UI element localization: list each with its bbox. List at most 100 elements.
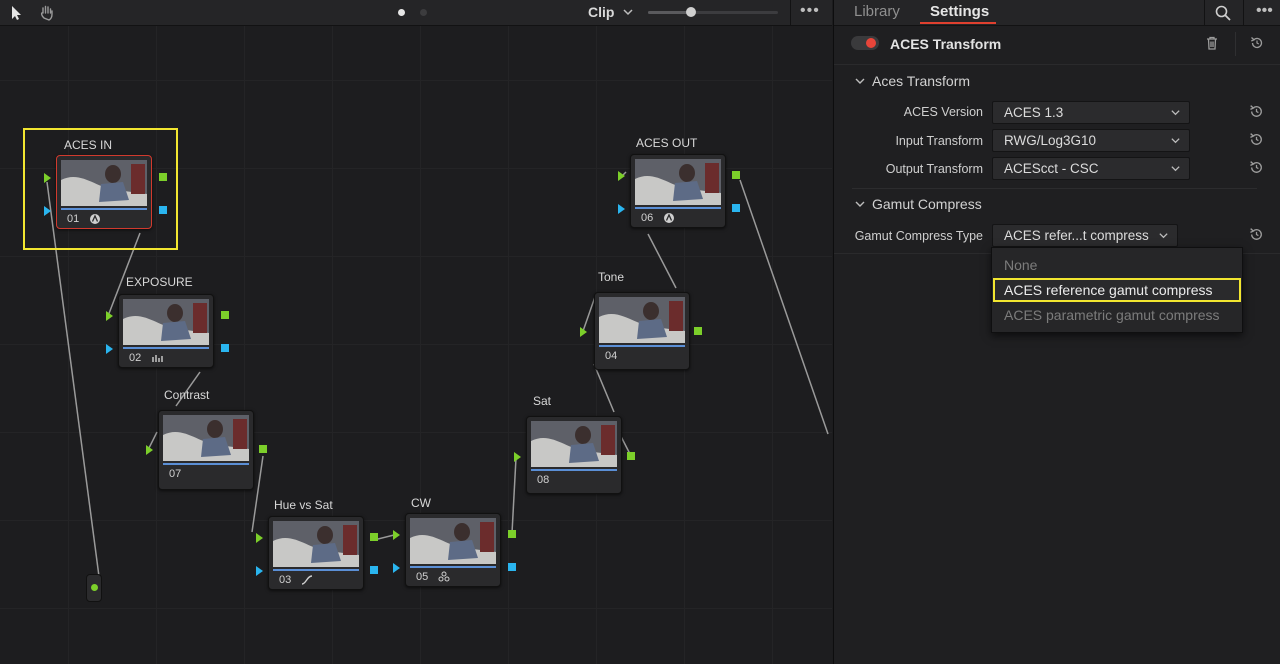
node-sat[interactable]: 08 bbox=[526, 416, 622, 494]
node-contrast[interactable]: 07 bbox=[158, 410, 254, 490]
section-title-gamut[interactable]: Gamut Compress bbox=[872, 196, 982, 212]
chevron-down-icon[interactable] bbox=[854, 75, 866, 87]
effect-enable-toggle[interactable] bbox=[851, 36, 879, 50]
chevron-down-icon[interactable] bbox=[622, 6, 634, 18]
more-options-icon[interactable]: ••• bbox=[800, 2, 820, 20]
page-dot-active[interactable] bbox=[398, 9, 405, 16]
effect-title: ACES Transform bbox=[890, 36, 1002, 52]
alpha-output-port[interactable] bbox=[370, 566, 378, 574]
node-number: 06 bbox=[641, 212, 654, 224]
toolbar-divider bbox=[1204, 0, 1205, 25]
aces-icon bbox=[664, 213, 674, 223]
node-thumbnail bbox=[410, 518, 496, 564]
row-label: Output Transform bbox=[885, 162, 983, 176]
node-editor[interactable]: Clip ••• ACES IN 01 EXPOSURE 02 Contrast bbox=[0, 0, 832, 664]
rgb-output-port[interactable] bbox=[508, 530, 516, 538]
reset-icon[interactable] bbox=[1248, 103, 1265, 120]
rgb-output-port[interactable] bbox=[159, 173, 167, 181]
aces-version-select[interactable]: ACES 1.3 bbox=[992, 101, 1190, 124]
node-thumbnail bbox=[273, 521, 359, 567]
rgb-output-port[interactable] bbox=[221, 311, 229, 319]
rgb-output-port[interactable] bbox=[627, 452, 635, 460]
rgb-input-port[interactable] bbox=[580, 327, 587, 337]
alpha-input-port[interactable] bbox=[618, 204, 625, 214]
rgb-input-port[interactable] bbox=[618, 171, 625, 181]
node-label: Sat bbox=[533, 394, 552, 408]
active-tab-indicator bbox=[920, 22, 996, 24]
node-thumbnail bbox=[61, 160, 147, 206]
node-tone[interactable]: 04 bbox=[594, 292, 690, 370]
node-label: ACES IN bbox=[64, 138, 113, 152]
node-bar bbox=[123, 347, 209, 349]
pointer-tool-icon[interactable] bbox=[8, 4, 26, 22]
node-aces-in[interactable]: 01 bbox=[56, 155, 152, 229]
rgb-input-port[interactable] bbox=[146, 445, 153, 455]
alpha-output-port[interactable] bbox=[732, 204, 740, 212]
clip-mode-label[interactable]: Clip bbox=[588, 4, 614, 20]
node-bar bbox=[635, 207, 721, 209]
more-options-icon[interactable]: ••• bbox=[1256, 2, 1273, 20]
page-dot[interactable] bbox=[420, 9, 427, 16]
node-aces-out[interactable]: 06 bbox=[630, 154, 726, 228]
node-cw[interactable]: 05 bbox=[405, 513, 501, 587]
header-divider bbox=[1235, 32, 1236, 56]
node-hue-vs-sat[interactable]: 03 bbox=[268, 516, 364, 590]
alpha-input-port[interactable] bbox=[393, 563, 400, 573]
chevron-down-icon[interactable] bbox=[854, 198, 866, 210]
rgb-output-port[interactable] bbox=[694, 327, 702, 335]
chevron-down-icon bbox=[1171, 110, 1180, 116]
node-editor-toolbar: Clip ••• bbox=[0, 0, 832, 26]
media-out-node[interactable] bbox=[86, 574, 102, 602]
search-icon[interactable] bbox=[1214, 4, 1232, 22]
reset-icon[interactable] bbox=[1248, 226, 1265, 243]
node-label: Hue vs Sat bbox=[274, 498, 333, 512]
reset-icon[interactable] bbox=[1248, 159, 1265, 176]
rgb-output-port[interactable] bbox=[370, 533, 378, 541]
rgb-output-port[interactable] bbox=[732, 171, 740, 179]
alpha-input-port[interactable] bbox=[256, 566, 263, 576]
zoom-slider-handle[interactable] bbox=[685, 7, 696, 17]
toggle-knob bbox=[866, 38, 876, 48]
alpha-output-port[interactable] bbox=[159, 206, 167, 214]
dropdown-option-parametric[interactable]: ACES parametric gamut compress bbox=[1004, 307, 1220, 323]
rgb-input-port[interactable] bbox=[393, 530, 400, 540]
rgb-input-port[interactable] bbox=[106, 311, 113, 321]
trash-icon[interactable] bbox=[1204, 35, 1220, 51]
alpha-input-port[interactable] bbox=[44, 206, 51, 216]
reset-icon[interactable] bbox=[1248, 131, 1265, 148]
node-label: EXPOSURE bbox=[126, 275, 193, 289]
zoom-slider-fill bbox=[648, 11, 691, 14]
hand-tool-icon[interactable] bbox=[38, 4, 56, 22]
node-label: CW bbox=[411, 496, 431, 510]
node-exposure[interactable]: 02 bbox=[118, 294, 214, 368]
tab-library[interactable]: Library bbox=[854, 3, 900, 20]
media-out-port[interactable] bbox=[91, 584, 98, 591]
zoom-slider[interactable] bbox=[648, 7, 778, 17]
output-transform-select[interactable]: ACEScct - CSC bbox=[992, 157, 1190, 180]
node-bar bbox=[599, 345, 685, 347]
rgb-input-port[interactable] bbox=[44, 173, 51, 183]
rgb-input-port[interactable] bbox=[256, 533, 263, 543]
node-bar bbox=[163, 463, 249, 465]
alpha-output-port[interactable] bbox=[508, 563, 516, 571]
gamut-compress-select[interactable]: ACES refer...t compress bbox=[992, 224, 1178, 247]
toolbar-divider bbox=[1243, 0, 1244, 25]
section-title-aces[interactable]: Aces Transform bbox=[872, 73, 970, 89]
rgb-input-port[interactable] bbox=[514, 452, 521, 462]
toolbar-divider bbox=[790, 0, 791, 25]
reset-icon[interactable] bbox=[1249, 35, 1265, 51]
node-thumbnail bbox=[123, 299, 209, 345]
row-label: Gamut Compress Type bbox=[854, 229, 983, 243]
alpha-output-port[interactable] bbox=[221, 344, 229, 352]
node-number: 07 bbox=[169, 468, 182, 480]
node-number: 01 bbox=[67, 213, 80, 225]
alpha-input-port[interactable] bbox=[106, 344, 113, 354]
dropdown-option-reference[interactable]: ACES reference gamut compress bbox=[1004, 282, 1213, 298]
rgb-output-port[interactable] bbox=[259, 445, 267, 453]
node-number: 04 bbox=[605, 350, 618, 362]
input-transform-select[interactable]: RWG/Log3G10 bbox=[992, 129, 1190, 152]
node-bar bbox=[410, 566, 496, 568]
node-number: 03 bbox=[279, 574, 292, 586]
tab-settings[interactable]: Settings bbox=[930, 3, 989, 20]
dropdown-option-none[interactable]: None bbox=[1004, 257, 1037, 273]
